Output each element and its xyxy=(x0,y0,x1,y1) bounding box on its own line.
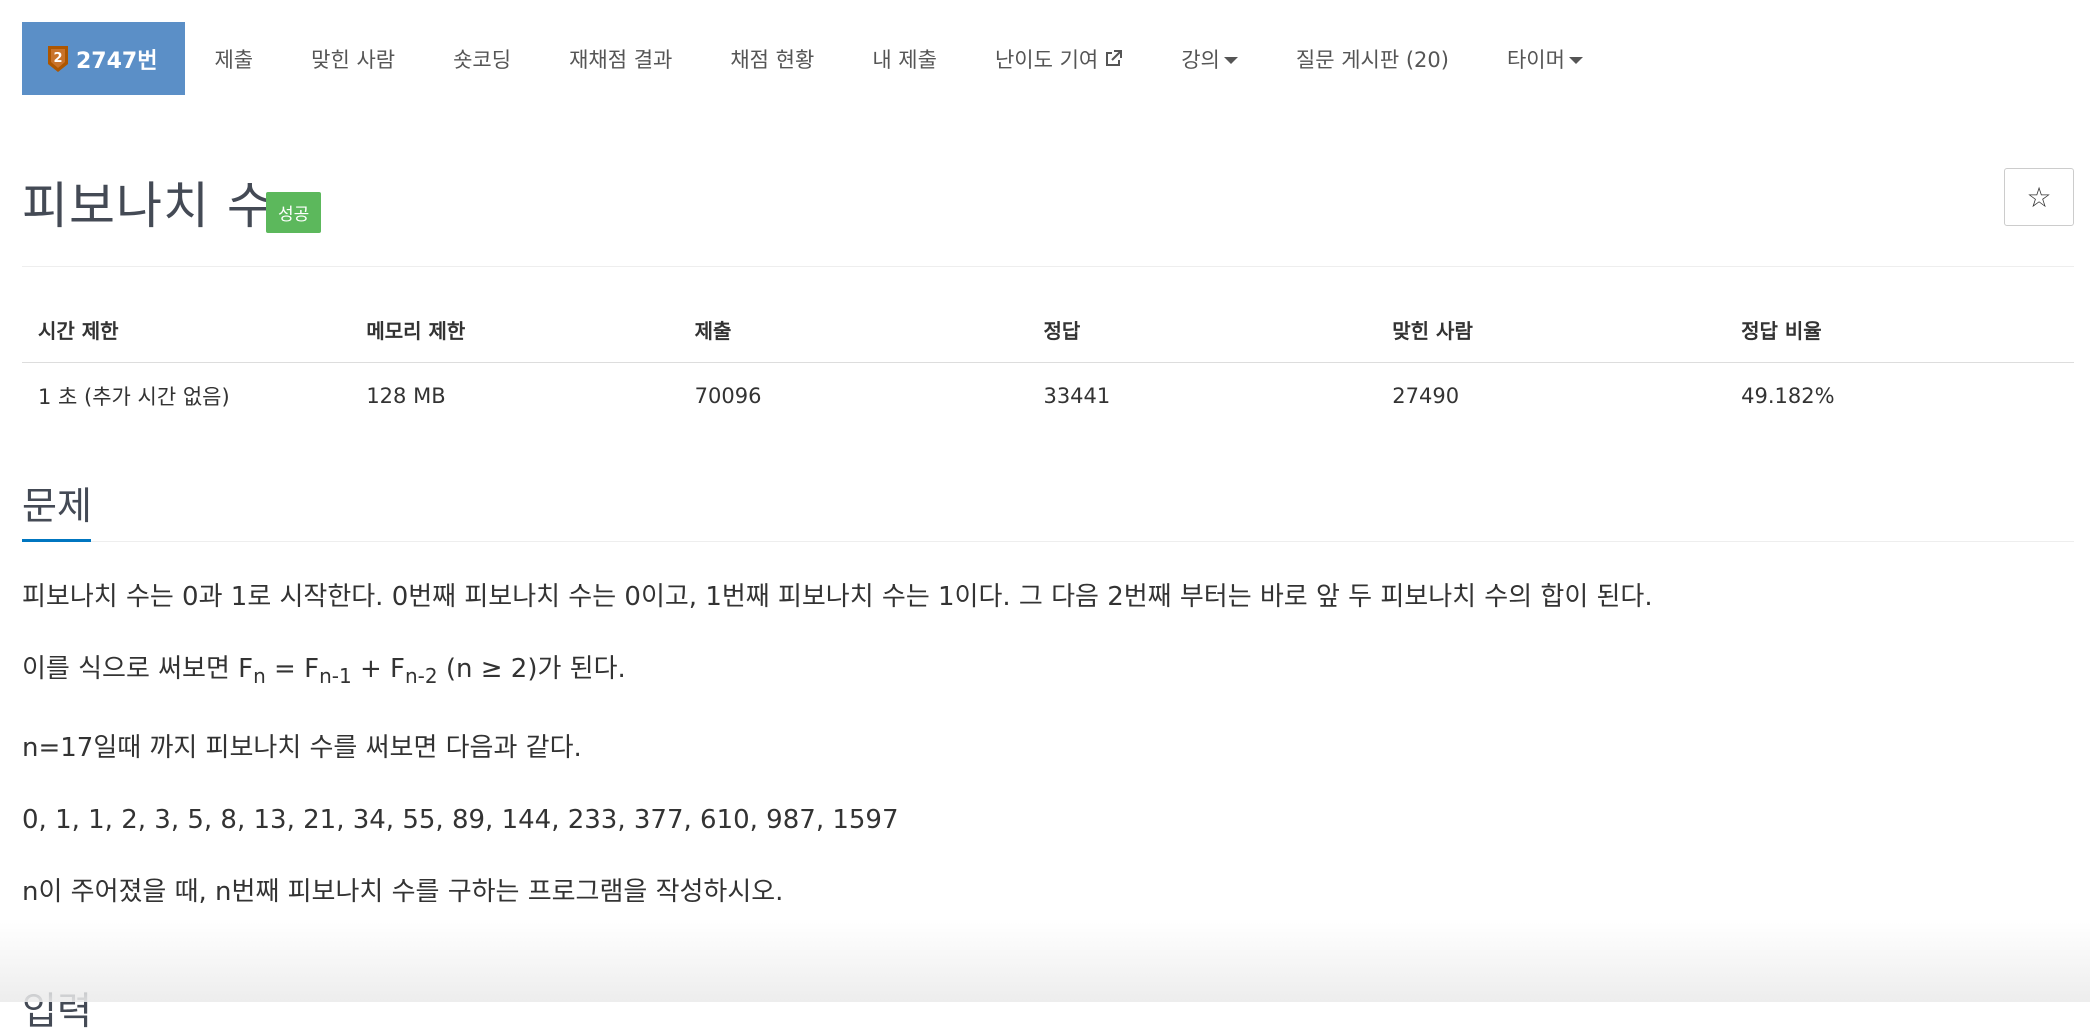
formula-text: 이를 식으로 써보면 F xyxy=(22,654,254,684)
status-badge: 성공 xyxy=(266,192,322,233)
header-time-limit: 시간 제한 xyxy=(22,301,351,363)
nav-my-submissions[interactable]: 내 제출 xyxy=(843,22,966,95)
nav-question-board[interactable]: 질문 게시판 (20) xyxy=(1267,22,1478,95)
nav-lectures-label: 강의 xyxy=(1181,47,1220,72)
nav-judge-status-label: 채점 현황 xyxy=(730,47,815,72)
header-solved-users: 맞힌 사람 xyxy=(1376,301,1726,363)
external-link-icon xyxy=(1106,49,1123,66)
nav-difficulty-contribution-label: 난이도 기여 xyxy=(994,47,1099,72)
formula-subscript: n xyxy=(253,664,266,689)
nav-submit-label: 제출 xyxy=(214,47,254,72)
value-accepted: 33441 xyxy=(1043,384,1111,408)
nav-timer-dropdown[interactable]: 타이머 xyxy=(1478,22,1612,95)
nav-question-board-label: 질문 게시판 (20) xyxy=(1295,47,1449,72)
value-accept-rate: 49.182% xyxy=(1741,384,1835,408)
nav-difficulty-contribution[interactable]: 난이도 기여 xyxy=(966,22,1152,95)
problem-section-title: 문제 xyxy=(22,484,92,528)
description-paragraph: 피보나치 수는 0과 1로 시작한다. 0번째 피보나치 수는 0이고, 1번째… xyxy=(22,582,1653,612)
section-underline xyxy=(22,539,91,542)
header-accept-rate: 정답 비율 xyxy=(1725,301,2074,363)
problem-header: 피보나치 수 성공 ☆ xyxy=(22,118,2074,267)
problem-description: 피보나치 수는 0과 1로 시작한다. 0번째 피보나치 수는 0이고, 1번째… xyxy=(22,582,2074,907)
nav-timer-label: 타이머 xyxy=(1506,47,1565,72)
nav-solved-users-label: 맞힌 사람 xyxy=(311,47,396,72)
problem-title: 피보나치 수 xyxy=(22,177,274,235)
value-submissions: 70096 xyxy=(694,384,762,408)
nav-my-submissions-label: 내 제출 xyxy=(872,47,937,72)
header-accepted: 정답 xyxy=(1027,301,1377,363)
problem-nav: 2 2747번 제출 맞힌 사람 숏코딩 재채점 결과 채점 현황 내 제출 난… xyxy=(22,0,2074,118)
svg-text:2: 2 xyxy=(53,51,62,66)
formula-paragraph: 이를 식으로 써보면 Fn = Fn-1 + Fn-2 (n ≥ 2)가 된다. xyxy=(22,654,2074,691)
nav-rejudge-results-label: 재채점 결과 xyxy=(569,47,673,72)
problem-section-header: 문제 xyxy=(22,469,2074,542)
caret-down-icon xyxy=(1568,56,1583,64)
problem-number-label: 2747번 xyxy=(76,48,158,74)
problem-number-tab[interactable]: 2 2747번 xyxy=(22,22,186,95)
description-paragraph: n이 주어졌을 때, n번째 피보나치 수를 구하는 프로그램을 작성하시오. xyxy=(22,877,784,908)
info-header-row: 시간 제한 메모리 제한 제출 정답 맞힌 사람 정답 비율 xyxy=(22,301,2074,363)
value-time-limit: 1 초 (추가 시간 없음) xyxy=(38,385,230,409)
bottom-fade xyxy=(0,922,2090,1002)
sequence-paragraph: 0, 1, 1, 2, 3, 5, 8, 13, 21, 34, 55, 89,… xyxy=(22,805,899,836)
description-paragraph: n=17일때 까지 피보나치 수를 써보면 다음과 같다. xyxy=(22,733,582,764)
nav-rejudge-results[interactable]: 재채점 결과 xyxy=(540,22,701,95)
problem-info-table: 시간 제한 메모리 제한 제출 정답 맞힌 사람 정답 비율 1 초 (추가 시… xyxy=(22,301,2074,429)
nav-submit[interactable]: 제출 xyxy=(185,22,282,95)
formula-subscript: n-1 xyxy=(319,664,352,689)
caret-down-icon xyxy=(1223,56,1238,64)
formula-text: + F xyxy=(351,654,405,684)
formula-text: = F xyxy=(265,654,320,684)
star-icon: ☆ xyxy=(2026,180,2052,214)
nav-short-coding[interactable]: 숏코딩 xyxy=(424,22,540,95)
value-memory-limit: 128 MB xyxy=(366,384,446,408)
nav-solved-users[interactable]: 맞힌 사람 xyxy=(282,22,424,95)
value-solved-users: 27490 xyxy=(1392,384,1460,408)
formula-text: (n ≥ 2)가 된다. xyxy=(437,654,626,684)
info-value-row: 1 초 (추가 시간 없음) 128 MB 70096 33441 27490 … xyxy=(22,363,2074,430)
header-submissions: 제출 xyxy=(678,301,1028,363)
formula-subscript: n-2 xyxy=(404,664,438,689)
favorite-star-button[interactable]: ☆ xyxy=(2004,168,2074,226)
header-memory-limit: 메모리 제한 xyxy=(350,301,679,363)
tier-badge-icon: 2 xyxy=(48,45,68,72)
nav-judge-status[interactable]: 채점 현황 xyxy=(701,22,843,95)
nav-short-coding-label: 숏코딩 xyxy=(453,47,512,72)
nav-lectures-dropdown[interactable]: 강의 xyxy=(1152,22,1267,95)
